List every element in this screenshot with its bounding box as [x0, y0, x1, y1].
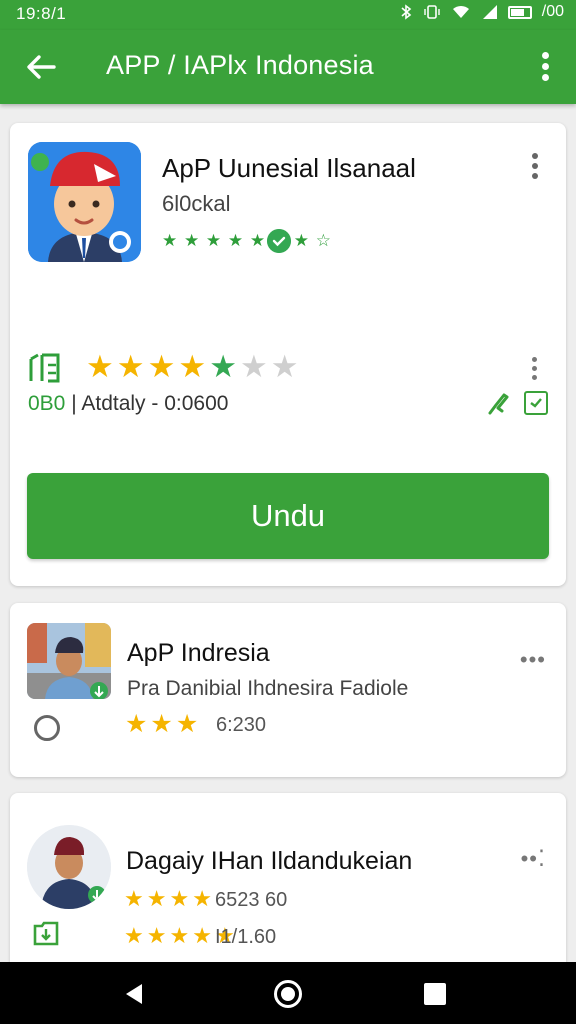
app-options-menu[interactable] — [532, 153, 538, 179]
star-filled-icon: ★ — [124, 886, 144, 911]
app-info-line: 0B0 | Atdtaly - 0:0600 — [28, 392, 228, 416]
star-filled-icon: ★ — [116, 349, 145, 384]
bluetooth-icon — [401, 4, 412, 20]
star-filled-icon: ★ — [147, 349, 176, 384]
list-item-count-secondary: I1/1.60 — [215, 926, 277, 948]
app-icon-illustration — [28, 142, 141, 262]
star-empty-icon: ★ — [239, 349, 268, 384]
nav-home-icon[interactable] — [274, 980, 302, 1008]
list-item[interactable]: Dagaiy IHan Ildandukeian ★ ★ ★ ★ 6523 60 ★ ★… — [10, 793, 566, 963]
history-icon[interactable] — [34, 715, 60, 741]
app-name: ApP Uunesial Ilsanaal — [162, 153, 416, 183]
thumbnail-image — [27, 623, 111, 699]
mini-rating-stars: ★ ★ ★ ★ ★ ★ ★ ☆ — [162, 231, 332, 250]
featured-app-card: ApP Uunesial Ilsanaal 6l0ckal ★ ★ ★ ★ ★ … — [10, 123, 566, 586]
app-thumbnail — [27, 623, 111, 699]
info-text: | Atdtaly - 0:0600 — [71, 392, 229, 415]
list-item[interactable]: ApP Indresia Pra Danibial Ihdnesira Fadi… — [10, 603, 566, 777]
edit-icon[interactable] — [486, 391, 510, 415]
list-item-stars: ★ ★ ★ ★ — [124, 886, 212, 912]
star-filled-icon: ★ — [169, 923, 190, 948]
status-bar: 19:8/1 /00 — [0, 0, 576, 30]
star-empty-icon: ★ — [270, 349, 299, 384]
list-item-title: ApP Indresia — [127, 639, 270, 667]
rating-options-menu[interactable] — [532, 357, 538, 381]
star-filled-icon: ★ — [124, 923, 144, 948]
star-filled-icon: ★ — [125, 710, 148, 738]
star-filled-icon: ★ — [192, 886, 212, 911]
more-horiz-icon[interactable]: ••• — [520, 647, 546, 673]
list-item-count: 6:230 — [216, 714, 267, 736]
list-item-count: 6523 60 — [215, 889, 288, 911]
status-time: 19:8/1 — [16, 4, 67, 23]
app-bar: APP / IAPlx Indonesia — [0, 30, 576, 104]
star-filled-icon: ★ — [175, 710, 199, 738]
app-icon[interactable] — [28, 142, 141, 262]
star-filled-icon: ★ — [146, 923, 167, 948]
wifi-icon — [452, 5, 469, 18]
checkbox-icon[interactable] — [524, 391, 548, 415]
app-thumbnail — [27, 825, 111, 909]
rating-stars: ★ ★ ★ ★ ★ ★ ★ — [86, 349, 299, 385]
nav-recents-icon[interactable] — [424, 983, 446, 1005]
battery-text: /00 — [541, 3, 564, 20]
vibrate-icon — [424, 5, 440, 19]
star-filled-icon: ★ — [178, 349, 207, 384]
nav-back-icon[interactable] — [122, 982, 146, 1006]
app-developer[interactable]: 6l0ckal — [162, 191, 230, 217]
status-icons: /00 — [398, 3, 564, 21]
info-code: 0B0 — [28, 392, 66, 415]
list-item-stars: ★ ★ ★ — [125, 709, 198, 739]
signal-icon — [482, 5, 497, 19]
more-icon[interactable]: ••⁚ — [521, 846, 546, 872]
star-filled-icon: ★ — [86, 349, 114, 384]
more-vert-icon[interactable] — [542, 50, 550, 84]
star-filled-icon: ★ — [150, 710, 173, 738]
system-nav-bar — [0, 962, 576, 1024]
battery-icon — [507, 5, 532, 19]
rating-icon — [29, 353, 60, 383]
back-arrow-icon[interactable] — [24, 50, 58, 84]
list-item-subtitle: Pra Danibial Ihdnesira Fadiole — [127, 677, 409, 700]
download-box-icon[interactable] — [32, 920, 60, 946]
verified-badge-icon — [267, 229, 291, 253]
page-title: APP / IAPlx Indonesia — [106, 50, 374, 80]
list-item-title: Dagaiy IHan Ildandukeian — [126, 847, 413, 875]
install-button[interactable]: Undu — [27, 473, 549, 559]
star-filled-icon: ★ — [169, 886, 190, 911]
thumbnail-image — [27, 825, 111, 909]
star-filled-icon: ★ — [209, 349, 237, 384]
star-filled-icon: ★ — [146, 886, 167, 911]
star-filled-icon: ★ — [192, 923, 212, 948]
